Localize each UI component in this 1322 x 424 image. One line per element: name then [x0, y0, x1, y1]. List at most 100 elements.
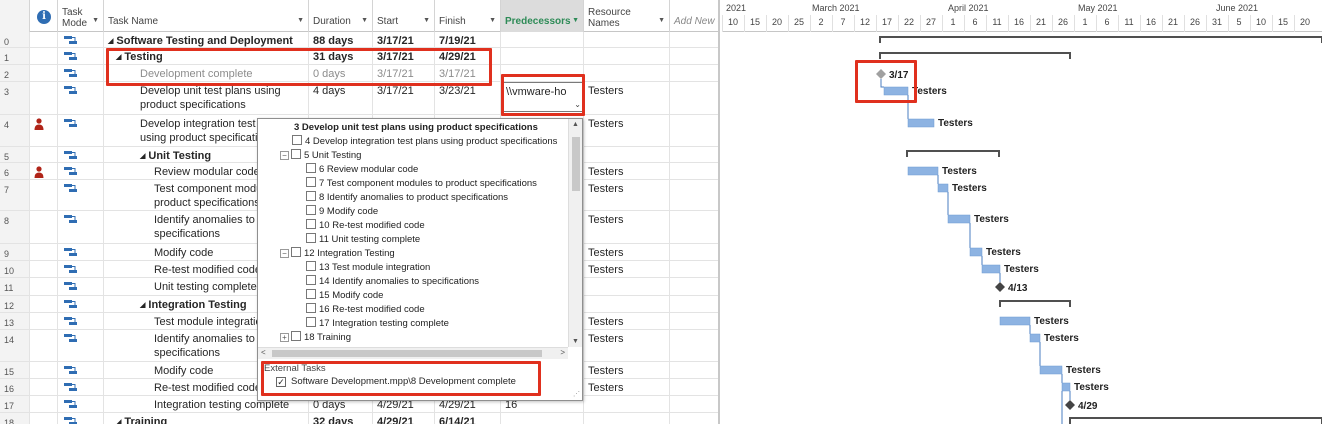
tree-expander-icon[interactable]: −	[280, 151, 289, 160]
horizontal-scrollbar[interactable]: < >	[258, 347, 568, 359]
task-bar[interactable]	[907, 166, 939, 176]
duration-cell[interactable]: 31 days	[309, 48, 373, 64]
add-new-cell[interactable]	[670, 244, 718, 260]
table-row[interactable]: 2 Development complete 0 days 3/17/21 3/17/2…	[0, 65, 718, 82]
resource-names-cell[interactable]: Testers	[584, 261, 670, 277]
predecessors-cell[interactable]	[501, 48, 584, 64]
add-new-cell[interactable]	[670, 396, 718, 412]
predecessor-option[interactable]: 4 Develop integration test plans using p…	[292, 135, 557, 149]
summary-bar[interactable]	[906, 150, 1000, 157]
task-mode-cell[interactable]	[58, 362, 104, 378]
resource-names-cell[interactable]	[584, 65, 670, 81]
duration-header[interactable]: Duration ▼	[309, 0, 373, 32]
task-bar[interactable]	[1029, 333, 1041, 343]
row-id[interactable]: 7	[0, 180, 30, 210]
chevron-down-icon[interactable]: ▼	[92, 15, 99, 26]
collapse-triangle-icon[interactable]: ◢	[140, 153, 145, 160]
task-mode-cell[interactable]	[58, 330, 104, 361]
task-mode-cell[interactable]	[58, 396, 104, 412]
predecessor-option[interactable]: 17 Integration testing complete	[306, 317, 449, 331]
row-id[interactable]: 13	[0, 313, 30, 329]
resource-names-cell[interactable]	[584, 413, 670, 424]
add-new-cell[interactable]	[670, 296, 718, 312]
task-mode-cell[interactable]	[58, 115, 104, 146]
predecessor-option[interactable]: 8 Identify anomalies to product specific…	[306, 191, 508, 205]
chevron-down-icon[interactable]: ▼	[489, 15, 496, 26]
add-new-cell[interactable]	[670, 115, 718, 146]
resource-names-cell[interactable]	[584, 396, 670, 412]
row-id[interactable]: 4	[0, 115, 30, 146]
task-bar[interactable]	[947, 214, 971, 224]
checkbox-icon[interactable]	[306, 177, 316, 187]
resource-names-cell[interactable]: Testers	[584, 180, 670, 210]
add-new-cell[interactable]	[670, 313, 718, 329]
add-new-cell[interactable]	[670, 379, 718, 395]
task-bar[interactable]	[883, 86, 909, 96]
summary-bar[interactable]	[999, 300, 1071, 307]
resource-names-cell[interactable]: Testers	[584, 163, 670, 179]
task-name-cell[interactable]: Development complete	[104, 65, 309, 81]
resource-names-cell[interactable]: Testers	[584, 82, 670, 114]
task-name-cell[interactable]: Develop unit test plans using product sp…	[104, 82, 309, 114]
summary-bar[interactable]	[879, 52, 1071, 59]
chevron-down-icon[interactable]: ▼	[423, 15, 430, 26]
row-id[interactable]: 9	[0, 244, 30, 260]
task-mode-cell[interactable]	[58, 32, 104, 47]
checkbox-icon[interactable]	[292, 135, 302, 145]
row-id[interactable]: 18	[0, 413, 30, 424]
predecessor-option[interactable]: 14 Identify anomalies to specifications	[306, 275, 479, 289]
collapse-triangle-icon[interactable]: ◢	[108, 38, 113, 45]
add-new-cell[interactable]	[670, 163, 718, 179]
checkbox-icon[interactable]	[306, 261, 316, 271]
tree-expander-icon[interactable]: +	[280, 333, 289, 342]
add-new-cell[interactable]	[670, 211, 718, 243]
checkbox-icon[interactable]	[306, 205, 316, 215]
row-id[interactable]: 3	[0, 82, 30, 114]
add-new-cell[interactable]	[670, 147, 718, 162]
add-new-cell[interactable]	[670, 32, 718, 47]
checkbox-icon[interactable]	[291, 247, 301, 257]
add-new-cell[interactable]	[670, 261, 718, 277]
predecessor-option[interactable]: 10 Re-test modified code	[306, 219, 425, 233]
checkbox-icon[interactable]	[306, 233, 316, 243]
task-bar[interactable]	[937, 183, 949, 193]
start-cell[interactable]: 3/17/21	[373, 32, 435, 47]
predecessors-cell[interactable]	[501, 65, 584, 81]
scroll-thumb[interactable]	[572, 137, 580, 191]
predecessor-option[interactable]: 3 Develop unit test plans using product …	[294, 121, 538, 135]
task-mode-cell[interactable]	[58, 313, 104, 329]
add-new-cell[interactable]	[670, 82, 718, 114]
resource-names-cell[interactable]	[584, 32, 670, 47]
add-new-cell[interactable]	[670, 48, 718, 64]
add-new-cell[interactable]	[670, 330, 718, 361]
row-selector-corner[interactable]	[0, 0, 30, 32]
summary-bar[interactable]	[1069, 417, 1322, 424]
task-name-cell[interactable]: ◢ Software Testing and Deployment	[104, 32, 309, 47]
task-bar[interactable]	[1039, 365, 1063, 375]
start-cell[interactable]: 4/29/21	[373, 413, 435, 424]
resource-names-cell[interactable]: Testers	[584, 362, 670, 378]
predecessor-option[interactable]: 11 Unit testing complete	[306, 233, 420, 247]
finish-cell[interactable]: 4/29/21	[435, 48, 501, 64]
chevron-down-icon[interactable]: ▼	[658, 15, 665, 26]
task-bar[interactable]	[1061, 382, 1071, 392]
chevron-down-icon[interactable]: ⌄	[574, 100, 581, 109]
resource-names-cell[interactable]: Testers	[584, 211, 670, 243]
resize-grip-icon[interactable]: ⋰	[573, 390, 580, 398]
scroll-up-icon[interactable]: ▲	[572, 121, 579, 128]
start-cell[interactable]: 3/17/21	[373, 48, 435, 64]
task-bar[interactable]	[907, 118, 935, 128]
resource-names-cell[interactable]	[584, 147, 670, 162]
checkbox-icon[interactable]	[306, 219, 316, 229]
finish-cell[interactable]: 6/14/21	[435, 413, 501, 424]
checkbox-icon[interactable]	[306, 289, 316, 299]
resource-names-cell[interactable]	[584, 278, 670, 295]
milestone-diamond[interactable]	[876, 69, 886, 79]
add-new-cell[interactable]	[670, 180, 718, 210]
scroll-left-icon[interactable]: <	[261, 348, 266, 357]
finish-cell[interactable]: 3/23/21	[435, 82, 501, 114]
milestone-diamond[interactable]	[1065, 400, 1075, 410]
dependency-link[interactable]	[880, 79, 884, 88]
tree-expander-icon[interactable]: −	[280, 249, 289, 258]
predecessors-input[interactable]: \\vmware-ho ⌄	[503, 82, 583, 112]
